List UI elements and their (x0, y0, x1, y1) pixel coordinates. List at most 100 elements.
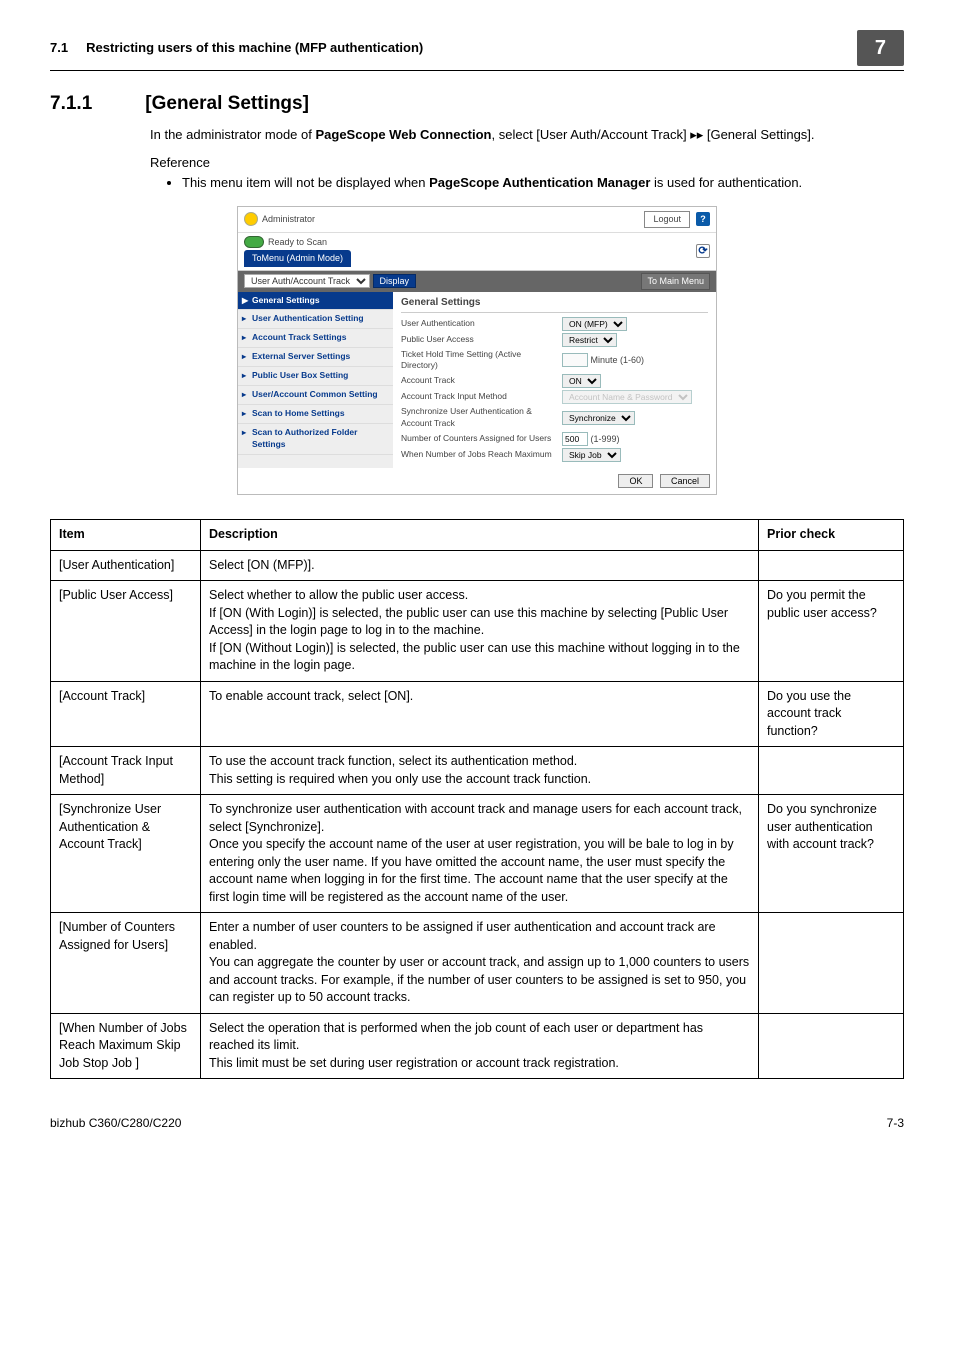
section-heading: 7.1.1 [General Settings] (50, 91, 904, 118)
ws-nav: User Auth/Account Track Display To Main … (238, 271, 716, 292)
footer-right: 7-3 (887, 1115, 904, 1132)
cell-item: [When Number of Jobs Reach Maximum Skip … (51, 1013, 201, 1079)
ticket-input (562, 353, 588, 367)
table-row: [Public User Access]Select whether to al… (51, 581, 904, 682)
header-section-num: 7.1 (50, 40, 68, 55)
row-label: Number of Counters Assigned for Users (401, 433, 556, 445)
table-row: [Number of Counters Assigned for Users]E… (51, 913, 904, 1014)
cell-item: [Account Track] (51, 681, 201, 747)
user-auth-select[interactable]: ON (MFP) (562, 317, 627, 331)
cell-desc: Select whether to allow the public user … (201, 581, 759, 682)
intro-text-tail: , select [User Auth/Account Track] ▸▸ [G… (492, 127, 815, 142)
cell-check: Do you synchronize user authentication w… (759, 795, 904, 913)
category-select[interactable]: User Auth/Account Track (244, 274, 370, 288)
table-row: [Synchronize User Authentication & Accou… (51, 795, 904, 913)
cell-desc: To synchronize user authentication with … (201, 795, 759, 913)
cell-item: [Number of Counters Assigned for Users] (51, 913, 201, 1014)
counters-suffix: (1-999) (591, 434, 620, 444)
cell-item: [Public User Access] (51, 581, 201, 682)
bullet-text: This menu item will not be displayed whe… (182, 175, 429, 190)
ws-main-panel: General Settings User Authentication ON (… (393, 292, 716, 469)
cell-item: [Synchronize User Authentication & Accou… (51, 795, 201, 913)
page-footer: bizhub C360/C280/C220 7-3 (50, 1109, 904, 1132)
admin-label: Administrator (262, 213, 315, 226)
sidebar-item-general-settings[interactable]: General Settings (238, 292, 393, 311)
cell-item: [User Authentication] (51, 550, 201, 581)
cell-desc: To use the account track function, selec… (201, 747, 759, 795)
web-screenshot: Administrator Logout ? Ready to Scan ToM… (237, 206, 717, 495)
ws-sidebar: General Settings User Authentication Set… (238, 292, 393, 469)
account-track-select[interactable]: ON (562, 374, 601, 388)
maxjobs-select[interactable]: Skip Job (562, 448, 621, 462)
reference-list: This menu item will not be displayed whe… (168, 174, 904, 192)
bullet-text-tail: is used for authentication. (650, 175, 802, 190)
chapter-badge: 7 (857, 30, 904, 66)
row-label: User Authentication (401, 318, 556, 330)
page-header: 7.1 Restricting users of this machine (M… (50, 30, 904, 71)
row-label: When Number of Jobs Reach Maximum (401, 449, 556, 461)
sync-select[interactable]: Synchronize (562, 411, 635, 425)
display-button[interactable]: Display (373, 274, 417, 288)
cell-item: [Account Track Input Method] (51, 747, 201, 795)
th-desc: Description (201, 520, 759, 551)
counters-input[interactable] (562, 432, 588, 446)
cell-desc: Select [ON (MFP)]. (201, 550, 759, 581)
admin-badge-icon (244, 212, 258, 226)
row-label: Ticket Hold Time Setting (Active Directo… (401, 349, 556, 373)
cell-check: Do you permit the public user access? (759, 581, 904, 682)
th-item: Item (51, 520, 201, 551)
sidebar-item-user-auth[interactable]: User Authentication Setting (238, 310, 393, 329)
cell-check (759, 913, 904, 1014)
row-label: Synchronize User Authentication & Accoun… (401, 406, 556, 430)
items-table: Item Description Prior check [User Authe… (50, 519, 904, 1079)
row-label: Public User Access (401, 334, 556, 346)
panel-title: General Settings (401, 296, 708, 313)
cancel-button[interactable]: Cancel (660, 474, 710, 488)
printer-status-icon (244, 236, 264, 248)
cell-check: Do you use the account track function? (759, 681, 904, 747)
sidebar-item-external-server[interactable]: External Server Settings (238, 348, 393, 367)
ws-topbar: Administrator Logout ? (238, 207, 716, 233)
refresh-icon[interactable]: ⟳ (696, 244, 710, 258)
help-icon[interactable]: ? (696, 212, 710, 226)
cell-desc: To enable account track, select [ON]. (201, 681, 759, 747)
ws-button-row: OK Cancel (238, 468, 716, 494)
account-input-method-select: Account Name & Password (562, 390, 692, 404)
sidebar-item-public-user-box[interactable]: Public User Box Setting (238, 367, 393, 386)
sidebar-item-common-setting[interactable]: User/Account Common Setting (238, 386, 393, 405)
reference-bullet: This menu item will not be displayed whe… (182, 174, 904, 192)
header-section: 7.1 Restricting users of this machine (M… (50, 39, 423, 57)
section-heading-num: 7.1.1 (50, 91, 140, 118)
table-row: [User Authentication]Select [ON (MFP)]. (51, 550, 904, 581)
table-row: [Account Track]To enable account track, … (51, 681, 904, 747)
intro-paragraph: In the administrator mode of PageScope W… (150, 126, 904, 144)
footer-left: bizhub C360/C280/C220 (50, 1115, 181, 1132)
status-ready: Ready to Scan (268, 236, 327, 249)
sidebar-item-scan-home[interactable]: Scan to Home Settings (238, 405, 393, 424)
cell-check (759, 550, 904, 581)
cell-check (759, 1013, 904, 1079)
to-main-menu-button[interactable]: To Main Menu (641, 273, 710, 290)
row-label: Account Track (401, 375, 556, 387)
header-section-title: Restricting users of this machine (MFP a… (86, 40, 423, 55)
cell-desc: Select the operation that is performed w… (201, 1013, 759, 1079)
sidebar-item-scan-authorized[interactable]: Scan to Authorized Folder Settings (238, 424, 393, 455)
intro-text: In the administrator mode of (150, 127, 315, 142)
sidebar-item-account-track[interactable]: Account Track Settings (238, 329, 393, 348)
ticket-suffix: Minute (1-60) (591, 355, 645, 365)
public-access-select[interactable]: Restrict (562, 333, 617, 347)
row-label: Account Track Input Method (401, 391, 556, 403)
table-row: [Account Track Input Method]To use the a… (51, 747, 904, 795)
bullet-bold: PageScope Authentication Manager (429, 175, 650, 190)
logout-button[interactable]: Logout (644, 211, 690, 228)
ok-button[interactable]: OK (618, 474, 653, 488)
items-tbody: [User Authentication]Select [ON (MFP)].[… (51, 550, 904, 1079)
tab-tomenu[interactable]: ToMenu (Admin Mode) (244, 250, 351, 267)
cell-check (759, 747, 904, 795)
intro-bold-product: PageScope Web Connection (315, 127, 491, 142)
ws-statusbar: Ready to Scan ToMenu (Admin Mode) ⟳ (238, 233, 716, 271)
cell-desc: Enter a number of user counters to be as… (201, 913, 759, 1014)
table-row: [When Number of Jobs Reach Maximum Skip … (51, 1013, 904, 1079)
th-check: Prior check (759, 520, 904, 551)
reference-label: Reference (150, 154, 904, 172)
